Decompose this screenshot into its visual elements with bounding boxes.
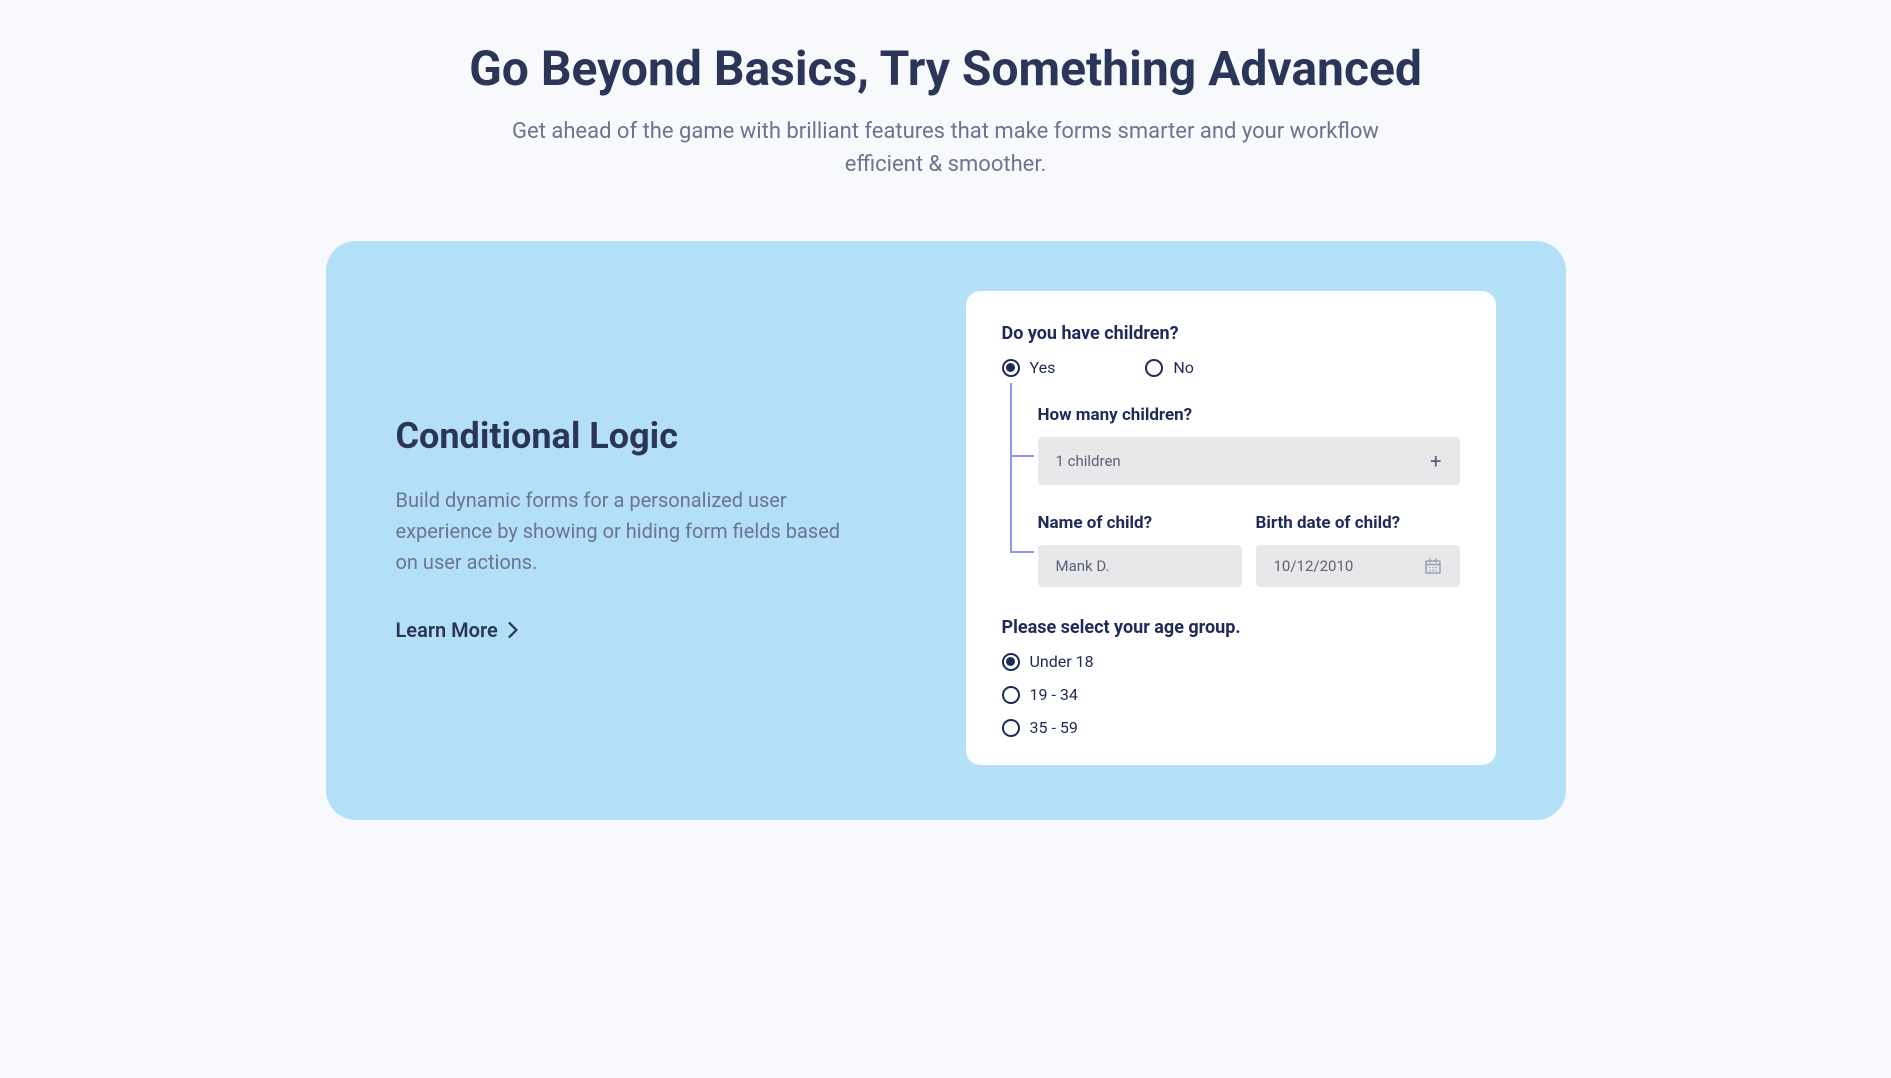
radio-icon — [1002, 686, 1020, 704]
calendar-icon — [1424, 557, 1442, 575]
form-preview-card: Do you have children? Yes No How many ch… — [966, 291, 1496, 765]
child-name-label: Name of child? — [1038, 513, 1242, 533]
child-name-input[interactable]: Mank D. — [1038, 545, 1242, 587]
child-birthdate-input[interactable]: 10/12/2010 — [1256, 545, 1460, 587]
radio-option-19-34[interactable]: 19 - 34 — [1002, 685, 1460, 704]
page-title: Go Beyond Basics, Try Something Advanced — [0, 40, 1891, 97]
radio-option-35-59[interactable]: 35 - 59 — [1002, 718, 1460, 737]
radio-icon — [1002, 359, 1020, 377]
radio-label-35-59: 35 - 59 — [1030, 718, 1078, 737]
children-count-input[interactable]: 1 children + — [1038, 437, 1460, 485]
age-group-label: Please select your age group. — [1002, 617, 1460, 638]
learn-more-link[interactable]: Learn More — [396, 618, 906, 642]
radio-label-no: No — [1173, 358, 1194, 377]
chevron-right-icon — [508, 622, 518, 638]
radio-icon — [1002, 719, 1020, 737]
child-birthdate-value: 10/12/2010 — [1274, 557, 1354, 575]
children-count-value: 1 children — [1056, 452, 1121, 470]
tree-connector-branch — [1010, 551, 1034, 553]
child-name-value: Mank D. — [1056, 557, 1110, 575]
radio-icon — [1145, 359, 1163, 377]
radio-label-under18: Under 18 — [1030, 652, 1094, 671]
how-many-children-label: How many children? — [1038, 405, 1460, 425]
radio-option-under18[interactable]: Under 18 — [1002, 652, 1460, 671]
tree-connector-branch — [1010, 455, 1034, 457]
radio-option-no[interactable]: No — [1145, 358, 1194, 377]
radio-option-yes[interactable]: Yes — [1002, 358, 1056, 377]
feature-card: Conditional Logic Build dynamic forms fo… — [326, 241, 1566, 820]
plus-icon[interactable]: + — [1430, 449, 1441, 473]
feature-title: Conditional Logic — [396, 415, 906, 457]
feature-description: Build dynamic forms for a personalized u… — [396, 485, 856, 578]
children-question-label: Do you have children? — [1002, 323, 1460, 344]
learn-more-label: Learn More — [396, 618, 498, 642]
tree-connector-line — [1010, 383, 1012, 553]
radio-icon — [1002, 653, 1020, 671]
page-subtitle: Get ahead of the game with brilliant fea… — [496, 115, 1396, 181]
child-birthdate-label: Birth date of child? — [1256, 513, 1460, 533]
radio-label-yes: Yes — [1030, 358, 1056, 377]
radio-label-19-34: 19 - 34 — [1030, 685, 1078, 704]
